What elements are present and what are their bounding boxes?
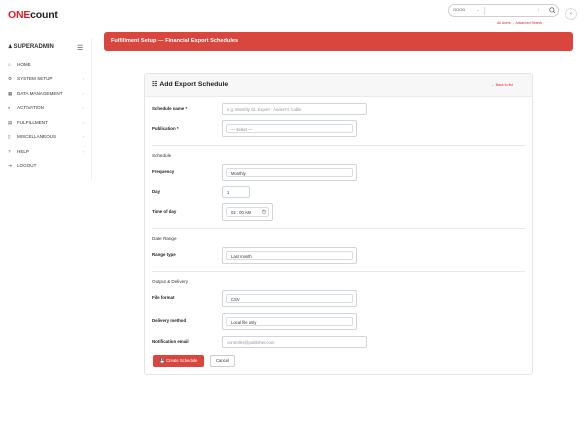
top-header: ONEcount GOOD ⌄ / All Users | Advanced Sea…	[0, 0, 586, 30]
frequency-select[interactable]: Monthly	[222, 164, 357, 181]
chevron-right-icon: ›	[82, 149, 84, 154]
user-icon: ♟	[8, 44, 13, 50]
clock-icon[interactable]: ◷	[262, 209, 266, 215]
toggle-icon: ◐	[8, 105, 11, 110]
file-format-select-value: CSV	[226, 294, 353, 303]
day-input[interactable]: 1	[222, 186, 250, 198]
chevron-right-icon: ›	[82, 91, 84, 96]
header-links: All Users | Advanced Search	[497, 21, 542, 25]
section-schedule: Schedule	[152, 153, 172, 158]
page-title-bar: Fulfillment Setup — Financial Export Sch…	[104, 32, 573, 51]
frequency-label: Frequency	[152, 169, 175, 174]
sidebar-item-activation[interactable]: ◐ ACTIVATION ›	[8, 105, 84, 115]
notification-email-label: Notification email	[152, 339, 189, 344]
home-icon: ⌂	[8, 62, 11, 67]
sidebar-item-miscellaneous[interactable]: ▯ MISCELLANEOUS ›	[8, 134, 84, 144]
link-advanced-search[interactable]: Advanced Search	[515, 21, 542, 25]
sidebar-user: ♟SUPERADMIN	[8, 44, 54, 50]
divider	[152, 228, 525, 229]
range-type-label: Range type	[152, 252, 176, 257]
day-label: Day	[152, 189, 161, 194]
chevron-down-icon: ⌄	[476, 7, 480, 12]
search-shortcut-hint: /	[538, 7, 540, 12]
form-title: ☷ Add Export Schedule	[152, 81, 229, 88]
card-header: ☷ Add Export Schedule ← Back to list	[145, 74, 532, 97]
chevron-right-icon: ›	[82, 134, 84, 139]
chevron-left-icon: ‹	[570, 11, 572, 17]
chevron-right-icon: ›	[82, 120, 84, 125]
sidebar-item-help[interactable]: ? HELP ›	[8, 149, 84, 159]
section-output-delivery: Output & Delivery	[152, 279, 188, 284]
file-icon: ▯	[8, 134, 11, 139]
inbox-icon: ▤	[8, 120, 13, 125]
link-separator: |	[512, 21, 514, 25]
logout-icon: ⇥	[8, 163, 12, 168]
schedule-name-input[interactable]: e.g. Monthly GL Export - Anders's Cable	[222, 103, 367, 115]
app-logo[interactable]: ONEcount	[8, 9, 58, 21]
time-label: Time of day	[152, 209, 177, 214]
export-schedule-form: ☷ Add Export Schedule ← Back to list Sche…	[144, 73, 533, 375]
page-title: Fulfillment Setup — Financial Export Sch…	[111, 38, 239, 44]
divider	[152, 145, 525, 146]
gear-icon: ⚙	[8, 76, 13, 81]
file-format-label: File format	[152, 295, 175, 300]
sidebar-item-system-setup[interactable]: ⚙ SYSTEM SETUP ›	[8, 76, 84, 86]
time-input[interactable]: 02 : 00 AM ◷	[222, 203, 273, 221]
link-all-users[interactable]: All Users	[497, 21, 511, 25]
global-search: GOOD ⌄ /	[448, 4, 559, 17]
search-scope-select[interactable]: GOOD	[453, 7, 465, 12]
calendar-icon: ☷	[152, 82, 158, 88]
range-type-select-value: Last month	[226, 251, 353, 260]
back-to-list-link[interactable]: ← Back to list	[491, 83, 513, 87]
range-type-select[interactable]: Last month	[222, 247, 357, 264]
frequency-select-value: Monthly	[226, 168, 353, 177]
time-input-value: 02 : 00 AM ◷	[226, 207, 269, 217]
delivery-method-select-value: Local file only	[226, 317, 353, 326]
publication-label: Publication *	[152, 126, 179, 131]
notification-email-input[interactable]: controller@publisher.com	[222, 336, 367, 348]
schedule-name-label: Schedule name *	[152, 106, 188, 111]
question-icon: ?	[8, 149, 11, 154]
create-schedule-button[interactable]: 💾 Create Schedule	[153, 355, 204, 367]
sidebar-item-home[interactable]: ⌂ HOME	[8, 62, 84, 72]
save-icon: 💾	[159, 358, 165, 363]
sidebar-item-fulfillment[interactable]: ▤ FULFILLMENT ›	[8, 120, 84, 130]
section-date-range: Date Range	[152, 236, 177, 241]
sidebar-item-logout[interactable]: ⇥ LOGOUT	[8, 163, 84, 173]
collapse-button[interactable]: ‹	[565, 8, 577, 20]
delivery-method-label: Delivery method	[152, 318, 187, 323]
database-icon: ▦	[8, 91, 13, 96]
search-icon[interactable]	[548, 6, 557, 15]
delivery-method-select[interactable]: Local file only	[222, 313, 357, 330]
hamburger-menu-icon[interactable]: ☰	[77, 44, 83, 52]
publication-select-value: — select —	[226, 124, 353, 133]
publication-select[interactable]: — select —	[222, 120, 357, 137]
file-format-select[interactable]: CSV	[222, 290, 357, 307]
divider	[152, 271, 525, 272]
sidebar: ♟SUPERADMIN ☰ ⌂ HOME ⚙ SYSTEM SETUP › ▦ DAT…	[0, 38, 92, 180]
chevron-right-icon: ›	[82, 105, 84, 110]
sidebar-item-data-management[interactable]: ▦ DATA MANAGEMENT ›	[8, 91, 84, 101]
search-divider	[484, 7, 485, 15]
chevron-right-icon: ›	[82, 76, 84, 81]
cancel-button[interactable]: Cancel	[210, 355, 235, 367]
